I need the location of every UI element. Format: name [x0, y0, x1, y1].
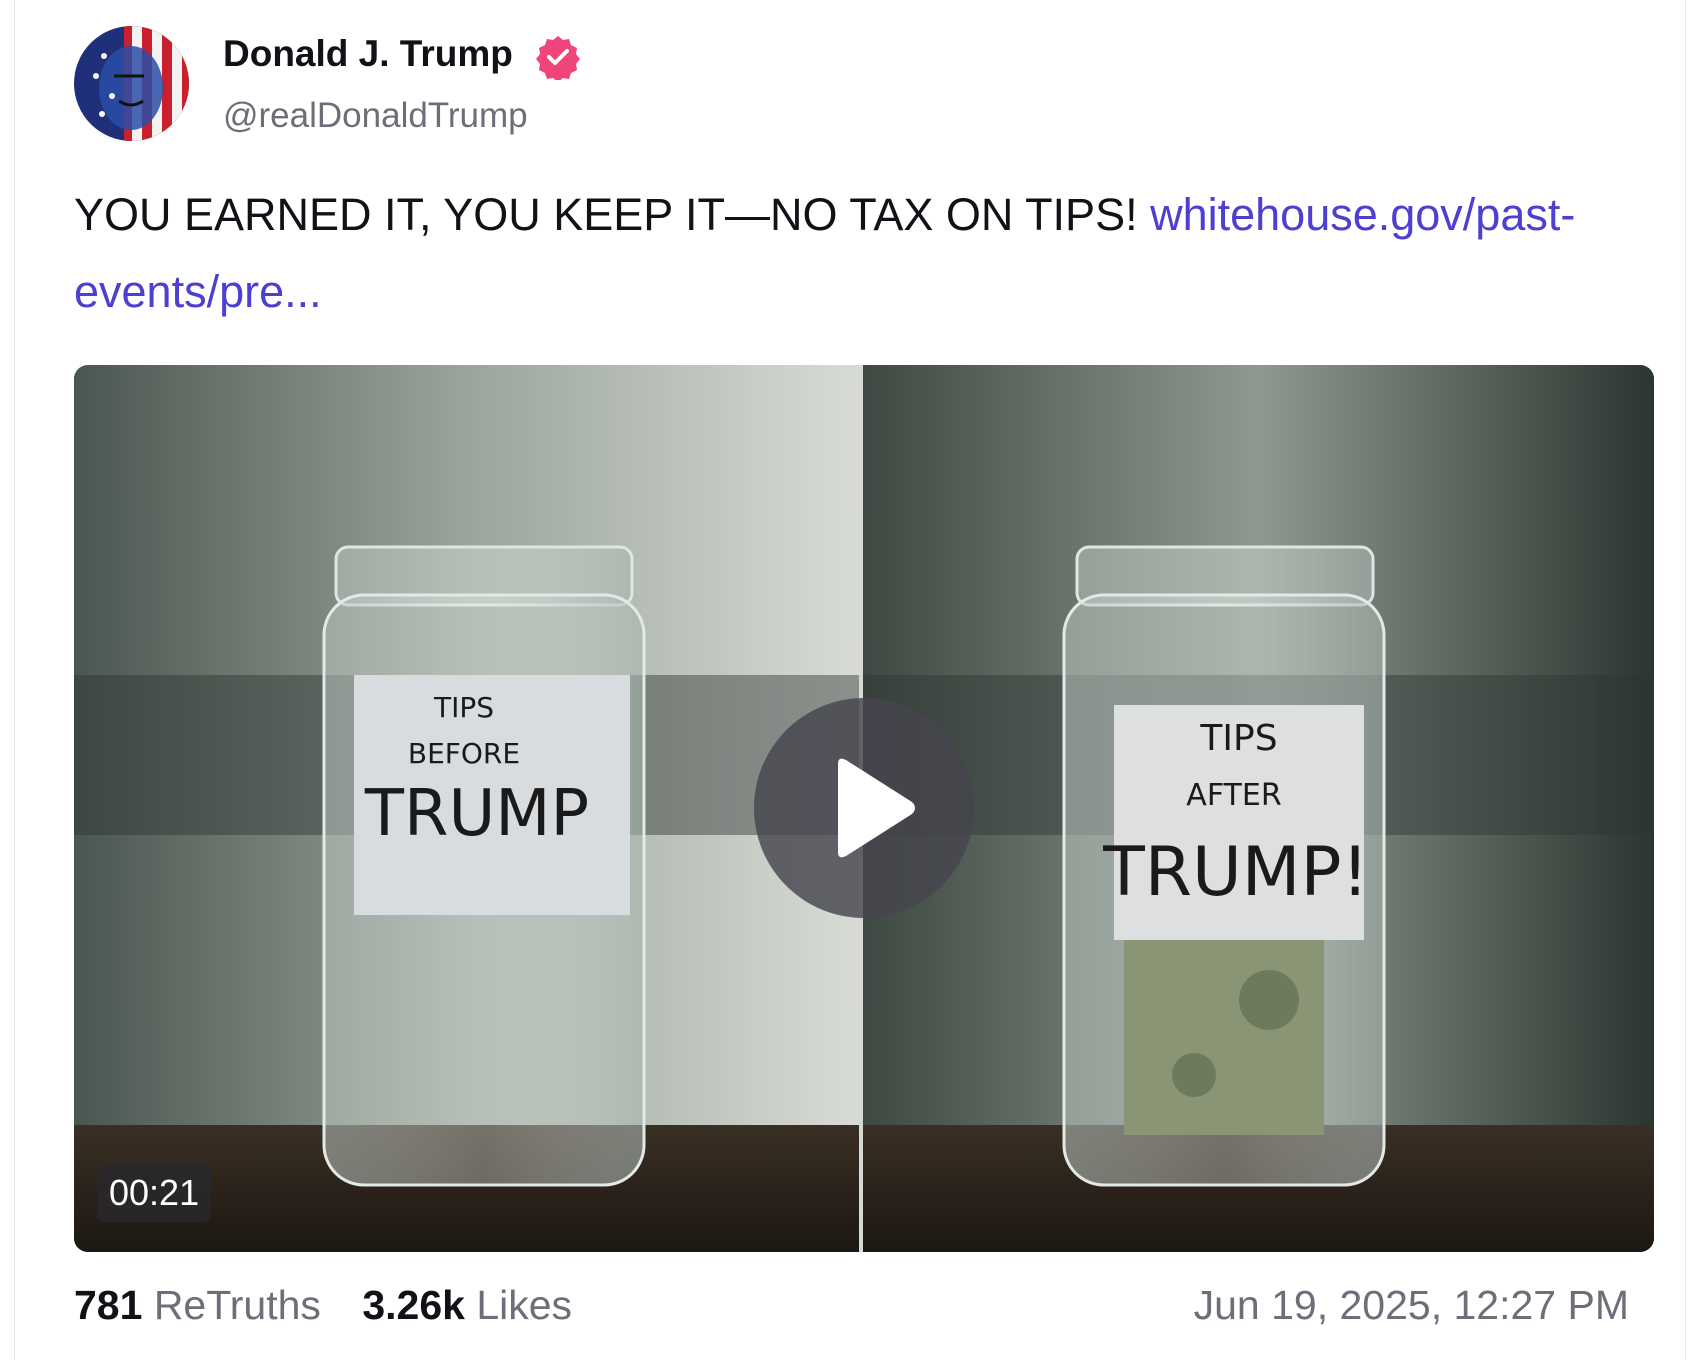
right-jar-label-line3: TRUMP!	[1102, 833, 1369, 912]
avatar[interactable]	[74, 26, 189, 141]
right-jar-label-line2: AFTER	[1186, 778, 1281, 813]
likes-label: Likes	[476, 1282, 573, 1328]
left-jar-label-line3: TRUMP	[364, 777, 589, 851]
post-body: YOU EARNED IT, YOU KEEP IT—NO TAX ON TIP…	[74, 189, 1151, 240]
left-jar-label-line1: TIPS	[433, 691, 494, 724]
author-name[interactable]: Donald J. Trump	[223, 33, 513, 75]
play-button[interactable]	[754, 698, 974, 918]
retruths-label: ReTruths	[153, 1282, 321, 1328]
likes-count: 3.26k	[362, 1282, 465, 1328]
likes-stat[interactable]: 3.26k Likes	[362, 1282, 572, 1328]
left-jar-label-line2: BEFORE	[408, 737, 520, 770]
post-card: Donald J. Trump @realDonaldTrump YOU EAR…	[14, 0, 1686, 1360]
post-timestamp[interactable]: Jun 19, 2025, 12:27 PM	[1194, 1282, 1629, 1329]
post-text: YOU EARNED IT, YOU KEEP IT—NO TAX ON TIP…	[74, 176, 1674, 330]
author-handle[interactable]: @realDonaldTrump	[223, 96, 528, 136]
post-stats: 781 ReTruths 3.26k Likes	[74, 1282, 602, 1329]
retruths-stat[interactable]: 781 ReTruths	[74, 1282, 321, 1328]
video-duration: 00:21	[97, 1164, 212, 1222]
right-jar-label-line1: TIPS	[1199, 718, 1277, 759]
video-player[interactable]: TIPS BEFORE TRUMP TIPS AFTER TRUMP! 00:2…	[74, 365, 1654, 1252]
retruths-count: 781	[74, 1282, 143, 1328]
verified-badge-icon	[536, 36, 580, 80]
play-icon	[838, 758, 915, 858]
